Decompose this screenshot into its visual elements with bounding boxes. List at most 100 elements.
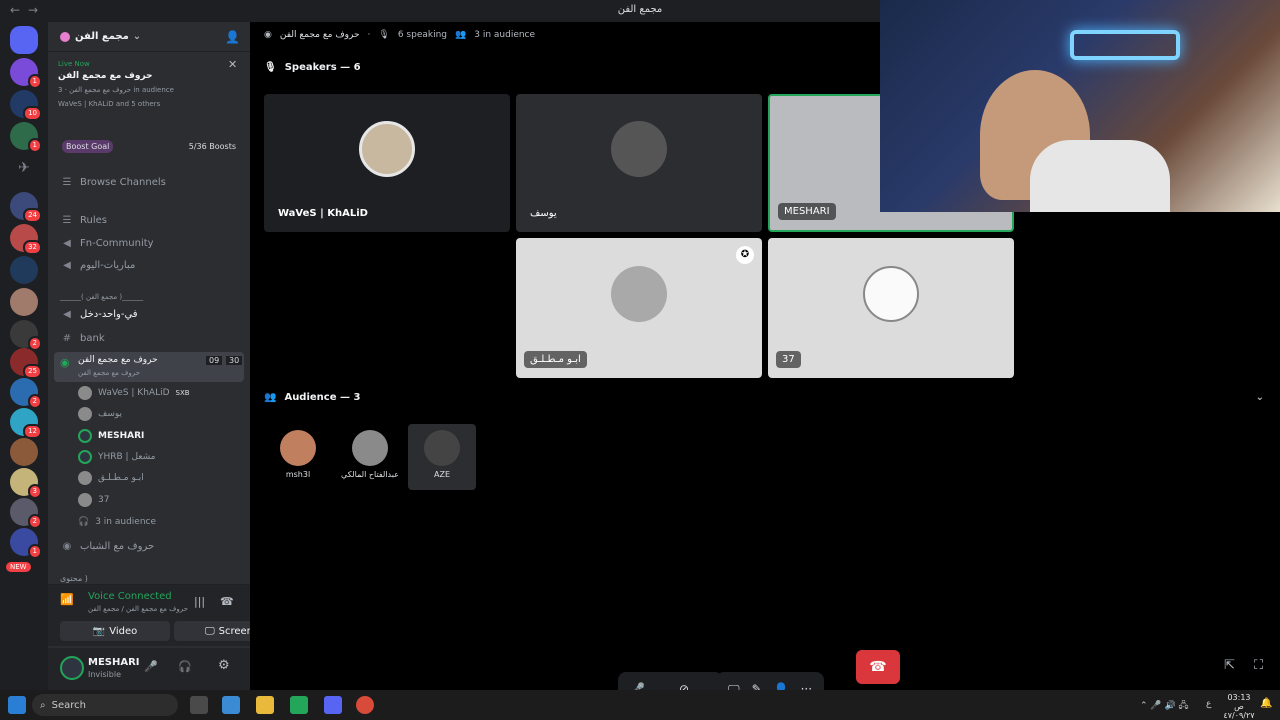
server-icon[interactable] — [10, 288, 38, 316]
discord-home-icon[interactable] — [10, 26, 38, 54]
audience-count: 3 in audience — [474, 30, 536, 40]
audience-member[interactable]: AZE — [408, 424, 476, 490]
store-icon[interactable] — [222, 696, 240, 714]
popout-icon[interactable]: ⇱ — [1224, 658, 1235, 673]
system-tray-icons[interactable]: ⌃ 🎤 🔊 🖧 — [1140, 698, 1189, 714]
chevron-down-icon: ⌄ — [132, 31, 142, 42]
voice-user[interactable]: WaVeS | KhALiD SXB — [78, 384, 190, 402]
add-member-icon[interactable]: 👤 — [225, 30, 240, 44]
app-icon[interactable] — [290, 696, 308, 714]
discord-taskbar-icon[interactable] — [324, 696, 342, 714]
microphone-icon[interactable]: 🎤 — [144, 660, 158, 673]
server-icon[interactable]: 2 — [10, 498, 42, 529]
browse-channels[interactable]: ☰ Browse Channels — [60, 172, 166, 192]
speaker-name: WaVeS | KhALiD — [278, 208, 368, 219]
server-icon[interactable]: 10 — [10, 90, 42, 121]
server-icon[interactable]: 3 — [10, 468, 42, 499]
avatar — [78, 493, 92, 507]
server-icon[interactable]: 24 — [10, 192, 42, 223]
audience-heading[interactable]: 👥 Audience — 3 ⌄ — [264, 392, 1264, 403]
microphone-icon: 🎙 — [264, 62, 277, 73]
stage-title: حروف مع مجمع الفن — [279, 30, 360, 40]
avatar — [352, 430, 388, 466]
live-people: WaVeS | KhALiD and 5 others — [58, 100, 161, 108]
server-icon[interactable]: 1 — [10, 122, 42, 153]
task-view-icon[interactable] — [190, 696, 208, 714]
voice-user[interactable]: ابـو مـطـلـق — [78, 469, 144, 487]
boost-count: 5/36 Boosts — [188, 141, 236, 151]
server-icon[interactable]: 25 — [10, 348, 42, 379]
leave-stage-button[interactable]: ☎ — [856, 650, 900, 684]
server-icon[interactable]: 2 — [10, 320, 42, 351]
server-name: مجمع الفن — [75, 31, 129, 42]
avatar — [78, 429, 92, 443]
live-title: حروف مع مجمع الفن — [58, 71, 153, 81]
speaker-tile[interactable]: 37 — [768, 238, 1014, 378]
gear-icon[interactable]: ⚙ — [218, 658, 230, 673]
voice-user[interactable]: YHRB | مشعل — [78, 448, 155, 466]
server-icon[interactable] — [10, 256, 38, 284]
server-header[interactable]: مجمع الفن ⌄ 👤 — [48, 22, 250, 52]
signal-icon: 📶 — [60, 593, 74, 606]
voice-status[interactable]: Voice Connected — [88, 591, 172, 602]
clock[interactable]: 03:13 ص ٤٧/٠٩/٢٧ — [1222, 693, 1256, 720]
file-explorer-icon[interactable] — [256, 696, 274, 714]
speakers-heading: 🎙 Speakers — 6 — [264, 62, 361, 73]
close-icon[interactable]: ✕ — [228, 58, 237, 71]
server-icon[interactable]: 1 — [10, 528, 42, 559]
username[interactable]: MESHARI — [88, 657, 140, 668]
audience-member[interactable]: msh3l — [264, 424, 332, 490]
channel-announce[interactable]: ◀ في-واحد-دخل — [60, 304, 137, 324]
server-icon[interactable]: 1 — [10, 58, 42, 89]
voice-panel: 📶 Voice Connected حروف مع مجمع الفن / مج… — [48, 584, 284, 646]
server-icon[interactable]: 12 — [10, 408, 42, 439]
avatar — [611, 266, 667, 322]
stage-header: ◉ حروف مع مجمع الفن · 🎙 6 speaking 👥 3 i… — [264, 30, 536, 40]
channel-rules[interactable]: ☰ Rules — [60, 210, 107, 230]
avatar — [611, 121, 667, 178]
speaker-tile[interactable]: WaVeS | KhALiD — [264, 94, 510, 232]
boost-gem-icon — [60, 31, 70, 42]
chevron-down-icon[interactable]: ⌄ — [1256, 392, 1264, 403]
audience-member[interactable]: عبدالفتاح المالكي — [336, 424, 404, 490]
server-icon[interactable]: 2 — [10, 378, 42, 409]
speaker-tile[interactable]: يوسف — [516, 94, 762, 232]
boost-goal-bar[interactable]: Boost Goal 5/36 Boosts — [56, 136, 242, 156]
speaker-tile[interactable]: ✪ ابـو مـطـلـق — [516, 238, 762, 378]
avatar — [424, 430, 460, 466]
chrome-icon[interactable] — [356, 696, 374, 714]
speaker-name: ابـو مـطـلـق — [524, 351, 587, 368]
search-icon: ⌕ — [40, 699, 46, 711]
voice-user[interactable]: يوسف — [78, 405, 122, 423]
avatar[interactable] — [60, 656, 84, 680]
fullscreen-icon[interactable]: ⛶ — [1254, 658, 1263, 673]
voice-channel[interactable]: حروف مع مجمع الفن / مجمع الفن — [88, 605, 188, 613]
pin-icon[interactable]: ✈ — [10, 160, 38, 188]
headphones-icon: 🎧 — [78, 517, 90, 527]
video-button[interactable]: 📷 Video — [60, 621, 170, 641]
avatar — [863, 266, 919, 322]
soundboard-icon[interactable]: ||| — [194, 595, 205, 608]
disconnect-icon[interactable]: ☎ — [220, 595, 234, 608]
active-stage-channel[interactable]: ◉ حروف مع مجمع الفن حروف مع مجمع الفن 09… — [54, 352, 244, 382]
live-meta: حروف مع مجمع الفن · 3 in audience — [58, 86, 174, 94]
windows-start-icon[interactable] — [8, 696, 26, 714]
speaking-count: 6 speaking — [397, 30, 448, 40]
voice-user[interactable]: MESHARI — [78, 427, 144, 445]
headphones-icon[interactable]: 🎧 — [178, 660, 192, 673]
taskbar-search[interactable]: ⌕ Search — [32, 694, 178, 716]
audience-count[interactable]: 🎧 3 in audience — [78, 513, 156, 531]
notification-icon[interactable]: 🔔 — [1260, 698, 1272, 709]
server-icon[interactable] — [10, 438, 38, 466]
server-icon[interactable]: 32 — [10, 224, 42, 255]
input-language[interactable]: ع — [1206, 699, 1211, 709]
channel-fn-community[interactable]: ◀ Fn-Community — [60, 233, 153, 253]
stage-view: ◉ حروف مع مجمع الفن · 🎙 6 speaking 👥 3 i… — [250, 0, 1280, 706]
channel-stage-2[interactable]: ◉ حروف مع الشباب — [60, 536, 155, 556]
server-list: 1 10 1 ✈ 24 32 2 25 2 12 3 2 1 NEW — [0, 22, 48, 690]
channel-matches[interactable]: ◀ مباريات-اليوم — [60, 255, 135, 275]
live-banner[interactable]: Live Now حروف مع مجمع الفن حروف مع مجمع … — [58, 60, 238, 108]
channel-bank[interactable]: # bank — [60, 328, 105, 348]
microphone-icon: 🎙 — [378, 30, 390, 40]
voice-user[interactable]: 37 — [78, 491, 109, 509]
